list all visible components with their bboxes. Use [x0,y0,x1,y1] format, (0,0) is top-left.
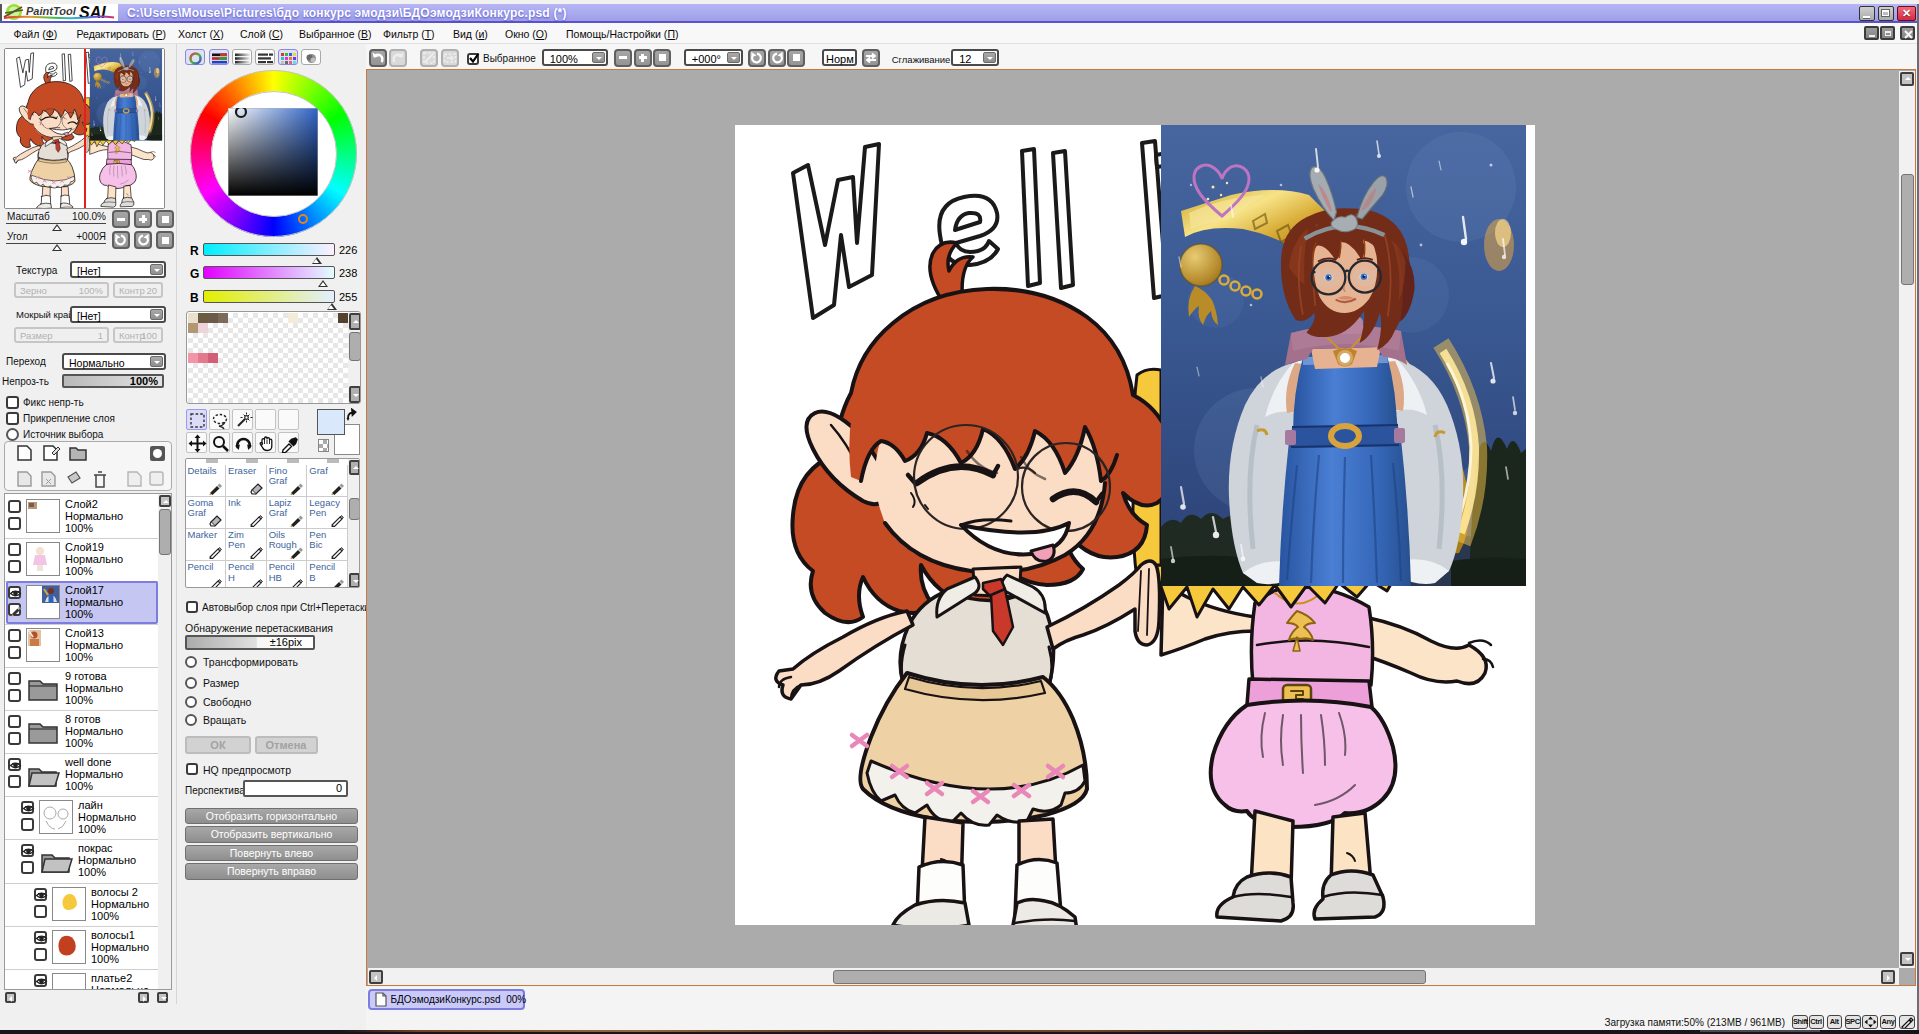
svg-text:PaintTool: PaintTool [26,5,77,17]
